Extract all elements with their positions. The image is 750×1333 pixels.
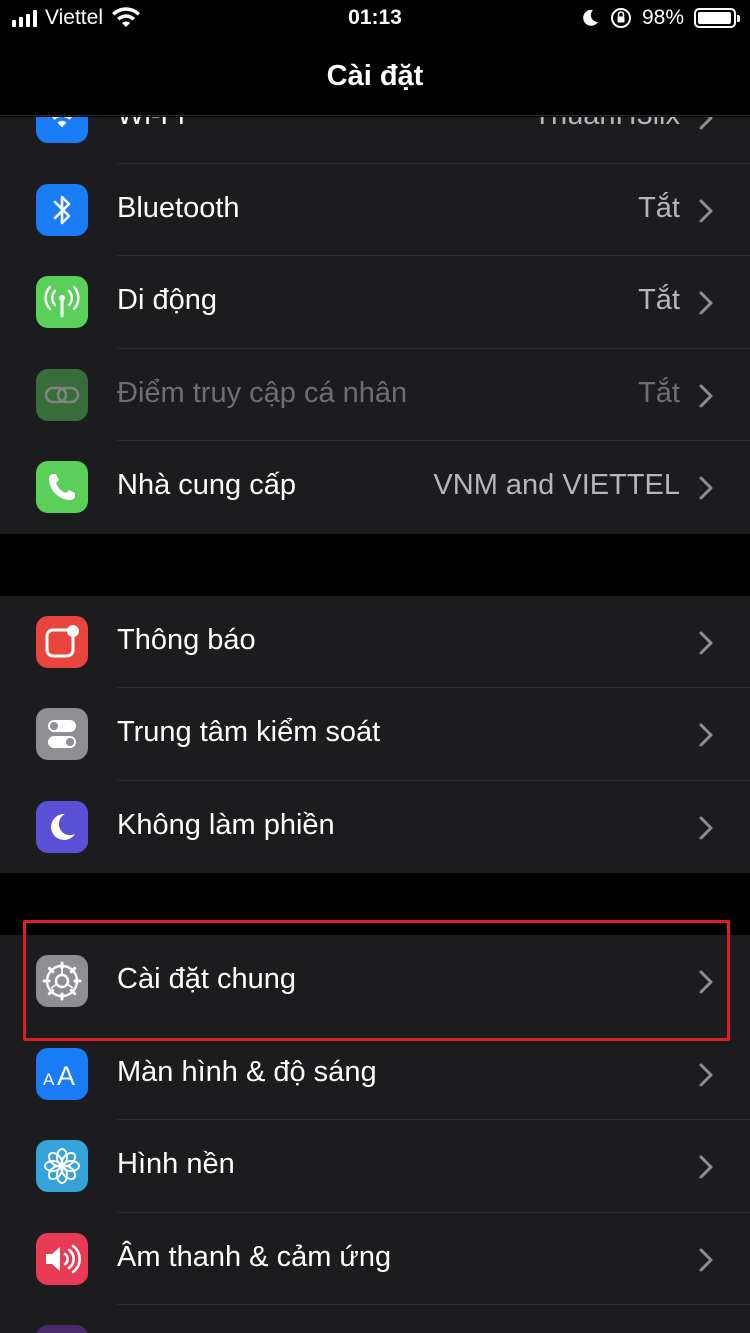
settings-list-content: Wi-FiThuanH3lixBluetoothTắtDi độngTắtĐiể… — [0, 117, 750, 1333]
flower-icon — [36, 1140, 88, 1192]
chevron-right-icon — [696, 630, 716, 656]
settings-row-di-dong[interactable]: Di động Tắt — [0, 256, 750, 349]
settings-group: Cài đặt chung A A Màn hình & độ sáng Hình nề… — [0, 935, 750, 1333]
row-label: Di động — [117, 284, 217, 316]
row-label: Cài đặt chung — [117, 963, 296, 995]
svg-text:A: A — [57, 1061, 75, 1091]
row-value: Tắt — [638, 284, 680, 316]
chevron-right-icon — [696, 815, 716, 841]
page-title: Cài đặt — [326, 60, 424, 92]
row-label: Màn hình & độ sáng — [117, 1055, 377, 1088]
hotspot-link-icon — [36, 368, 88, 421]
row-label: Bluetooth — [117, 191, 240, 224]
notification-icon — [36, 615, 88, 668]
row-label: Trung tâm kiểm soát — [117, 716, 381, 748]
chevron-right-icon — [696, 475, 716, 501]
row-value: VNM and VIETTEL — [433, 469, 680, 501]
row-label: Thông báo — [117, 623, 256, 656]
toggles-icon — [36, 708, 88, 760]
chevron-right-icon — [696, 722, 716, 748]
settings-row-trung-tam-kiem-soat[interactable]: Trung tâm kiểm soát — [0, 688, 750, 781]
settings-group: Wi-FiThuanH3lixBluetoothTắtDi độngTắtĐiể… — [0, 117, 750, 534]
settings-row-nha-cung-cap[interactable]: Nhà cung cấp VNM and VIETTEL — [0, 441, 750, 534]
row-label: Wi-Fi — [117, 117, 185, 132]
chevron-right-icon — [696, 1247, 716, 1273]
moon-icon — [36, 800, 88, 853]
row-value: ThuanH3lix — [533, 117, 680, 132]
text-size-icon: AA — [36, 1047, 88, 1100]
row-label: Âm thanh & cảm ứng — [117, 1240, 392, 1273]
chevron-right-icon — [696, 383, 716, 409]
settings-row-wi-fi[interactable]: Wi-Fi ThuanH3lix — [0, 117, 750, 164]
settings-list[interactable]: Wi-FiThuanH3lixBluetoothTắtDi độngTắtĐiể… — [0, 117, 750, 1333]
nav-divider — [0, 115, 750, 116]
battery-level-fill — [698, 12, 732, 24]
phone-icon — [36, 461, 88, 513]
chevron-right-icon — [696, 969, 716, 995]
settings-row-item[interactable] — [0, 1305, 750, 1333]
row-label: Không làm phiền — [117, 808, 335, 841]
bluetooth-icon — [36, 183, 88, 236]
speaker-icon — [36, 1232, 88, 1285]
settings-row-man-hinh-do-sang[interactable]: A A Màn hình & độ sáng — [0, 1028, 750, 1120]
settings-group: Thông báo Trung tâm kiểm soát Không làm ph… — [0, 595, 750, 874]
antenna-icon — [36, 276, 88, 328]
row-label: Điểm truy cập cá nhân — [117, 376, 408, 409]
svg-text:A: A — [43, 1070, 55, 1089]
siri-icon — [36, 1325, 88, 1333]
row-value: Tắt — [638, 191, 680, 224]
chevron-right-icon — [696, 117, 716, 131]
chevron-right-icon — [696, 1062, 716, 1088]
settings-row-bluetooth[interactable]: Bluetooth Tắt — [0, 164, 750, 256]
settings-row-hinh-nen[interactable]: Hình nền — [0, 1120, 750, 1213]
chevron-right-icon — [696, 290, 716, 316]
chevron-right-icon — [696, 198, 716, 224]
row-value: Tắt — [638, 376, 680, 409]
row-label: Nhà cung cấp — [117, 469, 296, 501]
settings-row-am-thanh-cam-ung[interactable]: Âm thanh & cảm ứng — [0, 1213, 750, 1305]
row-label: Hình nền — [117, 1148, 235, 1180]
gear-icon — [36, 955, 88, 1007]
orientation-lock-icon — [610, 8, 631, 28]
settings-row-diem-truy-cap-ca-nhan[interactable]: Điểm truy cập cá nhân Tắt — [0, 349, 750, 441]
moon-icon — [583, 9, 598, 26]
settings-row-thong-bao[interactable]: Thông báo — [0, 596, 750, 688]
settings-row-cai-dat-chung[interactable]: Cài đặt chung — [0, 935, 750, 1028]
navigation-bar: Cài đặt — [0, 40, 750, 116]
battery-percentage: 98% — [641, 6, 684, 29]
wifi-icon — [36, 117, 88, 143]
status-right: 98% — [580, 6, 740, 30]
battery-icon — [694, 8, 740, 28]
settings-row-khong-lam-phien[interactable]: Không làm phiền — [0, 781, 750, 874]
chevron-right-icon — [696, 1154, 716, 1180]
status-bar: Viettel 01:13 98% — [0, 0, 750, 40]
